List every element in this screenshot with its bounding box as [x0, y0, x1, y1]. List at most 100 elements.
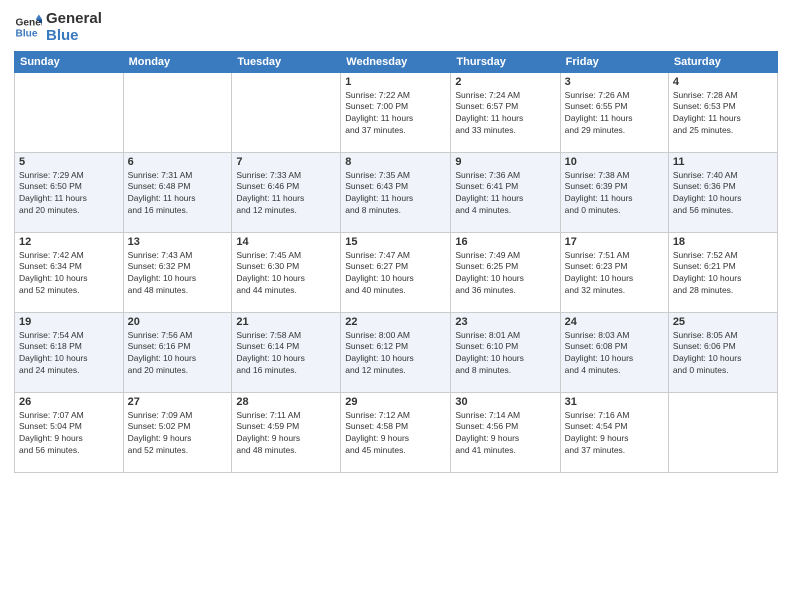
day-info: Sunrise: 7:07 AMSunset: 5:04 PMDaylight:…	[19, 410, 119, 458]
calendar-cell-1-3: 8 Sunrise: 7:35 AMSunset: 6:43 PMDaylight…	[341, 152, 451, 232]
day-info: Sunrise: 7:45 AMSunset: 6:30 PMDaylight:…	[236, 250, 336, 298]
day-info-line: and 56 minutes.	[673, 205, 733, 215]
day-info-line: Sunrise: 7:49 AM	[455, 250, 520, 260]
day-info: Sunrise: 7:49 AMSunset: 6:25 PMDaylight:…	[455, 250, 555, 298]
day-info-line: Sunrise: 7:40 AM	[673, 170, 738, 180]
day-info-line: Sunrise: 8:00 AM	[345, 330, 410, 340]
day-info-line: Daylight: 10 hours	[455, 273, 524, 283]
day-info-line: and 37 minutes.	[345, 125, 405, 135]
day-info-line: Daylight: 9 hours	[19, 433, 83, 443]
day-info-line: Daylight: 10 hours	[128, 353, 197, 363]
day-info-line: Sunrise: 7:09 AM	[128, 410, 193, 420]
day-info: Sunrise: 8:00 AMSunset: 6:12 PMDaylight:…	[345, 330, 446, 378]
day-number: 12	[19, 236, 119, 248]
day-info-line: Daylight: 10 hours	[673, 273, 742, 283]
day-number: 23	[455, 316, 555, 328]
calendar-cell-0-1	[123, 72, 232, 152]
calendar-cell-4-6	[668, 392, 777, 472]
day-info-line: Sunrise: 7:28 AM	[673, 90, 738, 100]
page: General Blue General Blue SundayMondayTu…	[0, 0, 792, 612]
day-info-line: and 4 minutes.	[565, 365, 621, 375]
day-info-line: Sunrise: 7:45 AM	[236, 250, 301, 260]
day-info: Sunrise: 7:11 AMSunset: 4:59 PMDaylight:…	[236, 410, 336, 458]
day-number: 22	[345, 316, 446, 328]
day-info-line: Sunrise: 7:42 AM	[19, 250, 84, 260]
day-info-line: Sunrise: 7:33 AM	[236, 170, 301, 180]
day-info: Sunrise: 7:09 AMSunset: 5:02 PMDaylight:…	[128, 410, 228, 458]
day-info-line: Sunrise: 7:58 AM	[236, 330, 301, 340]
day-info-line: and 12 minutes.	[345, 365, 405, 375]
day-info-line: and 33 minutes.	[455, 125, 515, 135]
day-info: Sunrise: 7:42 AMSunset: 6:34 PMDaylight:…	[19, 250, 119, 298]
day-number: 7	[236, 156, 336, 168]
day-info-line: Daylight: 11 hours	[19, 193, 87, 203]
day-info-line: Daylight: 10 hours	[236, 353, 305, 363]
day-info-line: Sunrise: 8:05 AM	[673, 330, 738, 340]
day-info-line: Sunrise: 7:24 AM	[455, 90, 520, 100]
calendar-cell-4-4: 30Sunrise: 7:14 AMSunset: 4:56 PMDayligh…	[451, 392, 560, 472]
calendar-week-3: 19Sunrise: 7:54 AMSunset: 6:18 PMDayligh…	[15, 312, 778, 392]
day-info-line: Sunrise: 7:26 AM	[565, 90, 630, 100]
day-info: Sunrise: 7:22 AMSunset: 7:00 PMDaylight:…	[345, 90, 446, 138]
calendar-cell-3-0: 19Sunrise: 7:54 AMSunset: 6:18 PMDayligh…	[15, 312, 124, 392]
calendar-cell-2-2: 14Sunrise: 7:45 AMSunset: 6:30 PMDayligh…	[232, 232, 341, 312]
day-info-line: Sunset: 6:14 PM	[236, 341, 299, 351]
day-info: Sunrise: 7:14 AMSunset: 4:56 PMDaylight:…	[455, 410, 555, 458]
day-info-line: Sunset: 6:57 PM	[455, 101, 518, 111]
day-info: Sunrise: 7:35 AMSunset: 6:43 PMDaylight:…	[345, 170, 446, 218]
day-info-line: Sunrise: 7:54 AM	[19, 330, 84, 340]
day-info-line: Sunset: 6:21 PM	[673, 261, 736, 271]
calendar-cell-2-1: 13Sunrise: 7:43 AMSunset: 6:32 PMDayligh…	[123, 232, 232, 312]
calendar-cell-3-6: 25Sunrise: 8:05 AMSunset: 6:06 PMDayligh…	[668, 312, 777, 392]
day-info-line: Sunrise: 7:14 AM	[455, 410, 520, 420]
calendar-cell-3-1: 20Sunrise: 7:56 AMSunset: 6:16 PMDayligh…	[123, 312, 232, 392]
day-info: Sunrise: 7:47 AMSunset: 6:27 PMDaylight:…	[345, 250, 446, 298]
day-info-line: Sunrise: 7:35 AM	[345, 170, 410, 180]
day-info: Sunrise: 7:16 AMSunset: 4:54 PMDaylight:…	[565, 410, 664, 458]
day-info-line: and 4 minutes.	[455, 205, 511, 215]
day-number: 9	[455, 156, 555, 168]
day-number: 19	[19, 316, 119, 328]
calendar-cell-2-0: 12 Sunrise: 7:42 AMSunset: 6:34 PMDayligh…	[15, 232, 124, 312]
calendar-header-sunday: Sunday	[15, 51, 124, 72]
day-info-line: and 48 minutes.	[128, 285, 188, 295]
day-info-line: Sunset: 4:59 PM	[236, 421, 299, 431]
calendar-cell-4-2: 28Sunrise: 7:11 AMSunset: 4:59 PMDayligh…	[232, 392, 341, 472]
day-number: 25	[673, 316, 773, 328]
calendar-cell-0-0	[15, 72, 124, 152]
calendar-cell-3-3: 22 Sunrise: 8:00 AMSunset: 6:12 PMDayligh…	[341, 312, 451, 392]
day-info-line: Daylight: 11 hours	[128, 193, 196, 203]
day-info: Sunrise: 7:12 AMSunset: 4:58 PMDaylight:…	[345, 410, 446, 458]
day-info-line: Sunset: 6:43 PM	[345, 181, 408, 191]
calendar-header-friday: Friday	[560, 51, 668, 72]
day-info-line: Sunset: 6:46 PM	[236, 181, 299, 191]
logo-icon: General Blue	[14, 13, 42, 41]
calendar-cell-0-6: 4Sunrise: 7:28 AMSunset: 6:53 PMDaylight…	[668, 72, 777, 152]
day-info: Sunrise: 7:51 AMSunset: 6:23 PMDaylight:…	[565, 250, 664, 298]
calendar-header-wednesday: Wednesday	[341, 51, 451, 72]
day-info-line: and 40 minutes.	[345, 285, 405, 295]
day-info-line: and 48 minutes.	[236, 445, 296, 455]
day-number: 15	[345, 236, 446, 248]
day-info: Sunrise: 7:38 AMSunset: 6:39 PMDaylight:…	[565, 170, 664, 218]
day-number: 8	[345, 156, 446, 168]
calendar-cell-3-4: 23 Sunrise: 8:01 AMSunset: 6:10 PMDayligh…	[451, 312, 560, 392]
day-info: Sunrise: 8:01 AMSunset: 6:10 PMDaylight:…	[455, 330, 555, 378]
day-info-line: Sunset: 6:39 PM	[565, 181, 628, 191]
day-info-line: Sunset: 6:48 PM	[128, 181, 191, 191]
day-info-line: and 52 minutes.	[128, 445, 188, 455]
day-info-line: Sunrise: 7:29 AM	[19, 170, 84, 180]
day-info-line: and 37 minutes.	[565, 445, 625, 455]
day-info: Sunrise: 8:03 AMSunset: 6:08 PMDaylight:…	[565, 330, 664, 378]
day-info-line: Sunrise: 7:22 AM	[345, 90, 410, 100]
day-info-line: Daylight: 10 hours	[565, 273, 634, 283]
calendar-week-1: 5Sunrise: 7:29 AMSunset: 6:50 PMDaylight…	[15, 152, 778, 232]
logo-line1: General	[46, 10, 102, 27]
calendar-cell-1-5: 10Sunrise: 7:38 AMSunset: 6:39 PMDayligh…	[560, 152, 668, 232]
day-info-line: and 25 minutes.	[673, 125, 733, 135]
calendar-cell-1-0: 5Sunrise: 7:29 AMSunset: 6:50 PMDaylight…	[15, 152, 124, 232]
day-info-line: Sunrise: 7:52 AM	[673, 250, 738, 260]
day-number: 17	[565, 236, 664, 248]
day-info-line: and 16 minutes.	[236, 365, 296, 375]
day-info-line: Daylight: 10 hours	[19, 273, 88, 283]
